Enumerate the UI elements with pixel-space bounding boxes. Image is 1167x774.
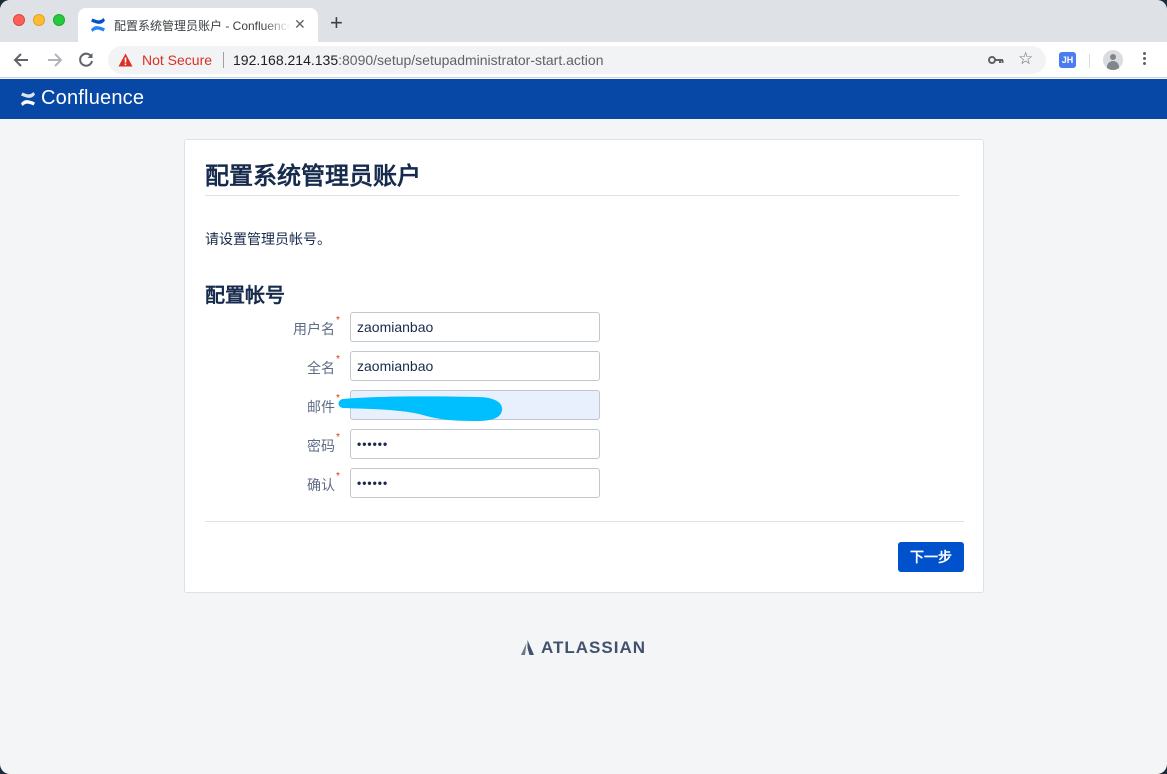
intro-text: 请设置管理员帐号。 [205, 231, 331, 247]
fullname-label: 全名 [307, 360, 335, 376]
confluence-favicon-icon [91, 18, 105, 32]
new-tab-button[interactable]: + [330, 12, 343, 34]
form-divider [205, 521, 964, 522]
next-button[interactable]: 下一步 [898, 542, 964, 572]
field-row-email: 邮件 * [185, 390, 985, 421]
reload-icon[interactable] [76, 50, 96, 70]
browser-toolbar: Not Secure 192.168.214.135:8090/setup/se… [0, 42, 1167, 78]
atlassian-wordmark[interactable]: ATLASSIAN [541, 638, 646, 658]
redaction-mark [338, 396, 503, 421]
window-close-button[interactable] [13, 14, 25, 26]
bookmark-star-icon[interactable]: ☆ [1018, 49, 1033, 69]
kebab-menu-icon[interactable] [1143, 52, 1147, 68]
profile-avatar-icon[interactable] [1103, 50, 1123, 70]
key-icon[interactable] [988, 53, 1004, 67]
url-path: :8090/setup/setupadministrator-start.act… [338, 52, 604, 68]
browser-tab-active[interactable]: 配置系统管理员账户 - Confluence ✕ [78, 8, 318, 42]
required-marker: * [336, 354, 340, 365]
confirm-label: 确认 [307, 477, 335, 493]
footer: ATLASSIAN [184, 628, 984, 668]
atlassian-logo-icon[interactable] [520, 640, 535, 655]
window-maximize-button[interactable] [53, 14, 65, 26]
field-row-confirm: 确认 * [185, 468, 985, 498]
toolbar-separator [1089, 54, 1090, 68]
required-marker: * [336, 432, 340, 443]
tab-title: 配置系统管理员账户 - Confluence [114, 19, 290, 33]
warning-triangle-icon[interactable] [118, 53, 133, 67]
forward-arrow-icon[interactable] [44, 50, 64, 70]
url-text[interactable]: 192.168.214.135:8090/setup/setupadminist… [233, 52, 603, 68]
address-separator [223, 52, 224, 68]
username-input[interactable] [350, 312, 600, 342]
app-name[interactable]: Confluence [41, 87, 144, 110]
username-label: 用户名 [293, 321, 335, 337]
field-row-password: 密码 * [185, 429, 985, 459]
email-label: 邮件 [307, 399, 335, 415]
required-marker: * [336, 471, 340, 482]
confluence-logo-icon[interactable] [20, 91, 36, 107]
back-arrow-icon[interactable] [12, 50, 32, 70]
security-status[interactable]: Not Secure [142, 52, 212, 68]
page-title: 配置系统管理员账户 [205, 163, 421, 190]
section-title: 配置帐号 [205, 285, 285, 307]
address-bar[interactable]: Not Secure 192.168.214.135:8090/setup/se… [108, 46, 1046, 74]
tab-close-icon[interactable]: ✕ [294, 16, 306, 32]
setup-card: 配置系统管理员账户 请设置管理员帐号。 配置帐号 用户名 * 全名 * 邮件 *… [184, 139, 984, 593]
browser-window: 配置系统管理员账户 - Confluence ✕ + Not Secure 19… [0, 0, 1167, 774]
extension-jh-icon[interactable]: JH [1059, 52, 1076, 68]
required-marker: * [336, 315, 340, 326]
fullname-input[interactable] [350, 351, 600, 381]
window-minimize-button[interactable] [33, 14, 45, 26]
tab-strip: 配置系统管理员账户 - Confluence ✕ + [0, 0, 1167, 42]
password-label: 密码 [307, 438, 335, 454]
field-row-username: 用户名 * [185, 312, 985, 342]
app-header: Confluence [0, 79, 1167, 119]
password-input[interactable] [350, 429, 600, 459]
confirm-password-input[interactable] [350, 468, 600, 498]
field-row-fullname: 全名 * [185, 351, 985, 381]
url-host: 192.168.214.135 [233, 52, 339, 68]
title-divider [205, 195, 959, 196]
